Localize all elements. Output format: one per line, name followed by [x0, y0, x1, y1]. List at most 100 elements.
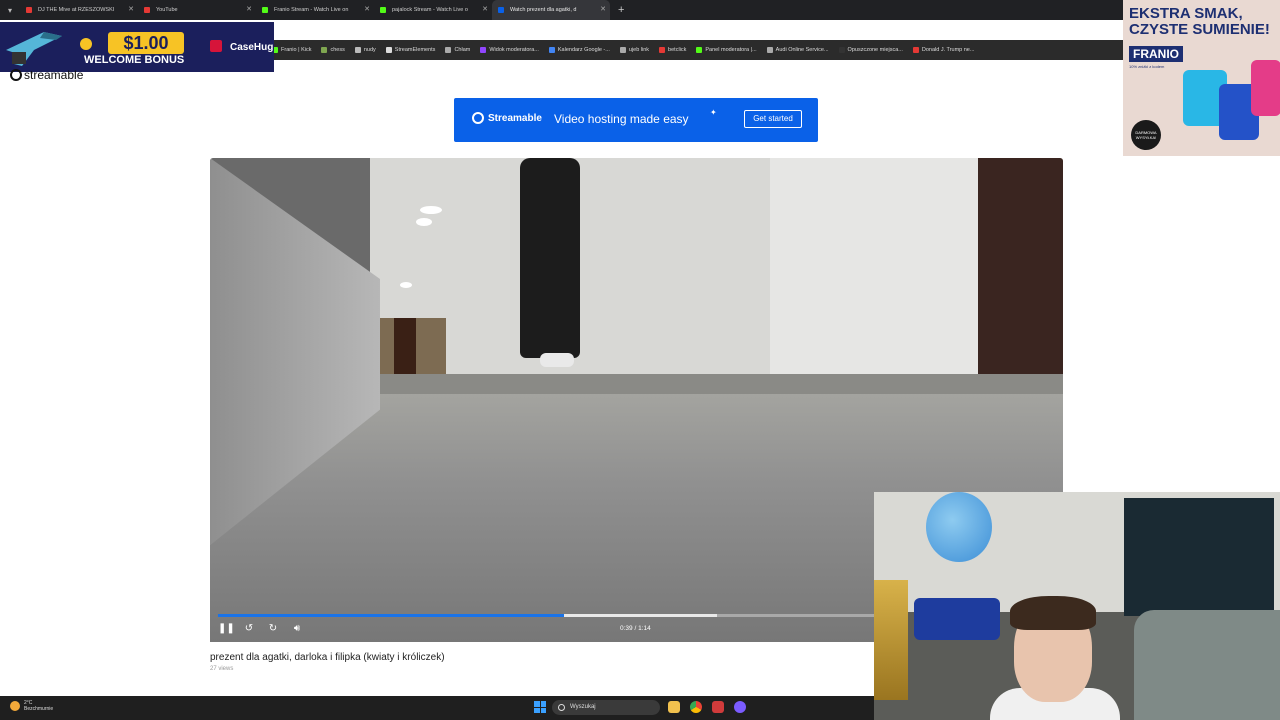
bookmark-item[interactable]: chess: [321, 47, 345, 53]
weather-widget[interactable]: 2°C Bezchmurnie: [10, 700, 53, 712]
bookmark-favicon-icon: [766, 47, 773, 53]
bookmark-label: Kalendarz Google -...: [557, 47, 610, 53]
get-started-button[interactable]: Get started: [744, 110, 802, 128]
video-title: prezent dla agatki, darloka i filipka (k…: [210, 652, 445, 663]
browser-tab-active[interactable]: Watch prezent dla agatki, d ✕: [492, 0, 610, 20]
close-tab-icon[interactable]: ✕: [246, 5, 252, 13]
file-explorer-icon[interactable]: [668, 701, 680, 713]
kick-favicon-icon: [262, 7, 268, 13]
bookmark-label: Opuszczone miejsca...: [847, 47, 903, 53]
bookmark-item[interactable]: Franio | Kick: [272, 47, 311, 53]
volume-icon[interactable]: 🔊︎: [290, 622, 304, 636]
bookmark-favicon-icon: [912, 47, 919, 53]
webcam-frame: [1124, 498, 1274, 616]
view-count: 27 views: [210, 666, 234, 672]
rewind-icon[interactable]: ↺: [242, 622, 256, 636]
messenger-icon[interactable]: [734, 701, 746, 713]
browser-tab[interactable]: Franio Stream - Watch Live on ✕: [256, 0, 374, 20]
sparkle-icon: ✦: [710, 108, 717, 117]
browser-tab[interactable]: pajalock Stream - Watch Live o ✕: [374, 0, 492, 20]
new-tab-icon[interactable]: +: [618, 4, 624, 16]
screen: ▾ DJ THE Mive at RZESZOWSKI ✕ YouTube ✕ …: [0, 0, 1280, 720]
product-can: [1251, 60, 1280, 116]
bookmark-item[interactable]: Widok moderatora...: [480, 47, 539, 53]
forward-icon[interactable]: ↻: [266, 622, 280, 636]
video-frame: [416, 218, 432, 226]
taskbar-search[interactable]: Wyszukaj: [552, 700, 660, 715]
bookmark-favicon-icon: [659, 47, 666, 53]
banner-logo: Streamable: [472, 112, 542, 124]
windows-start-icon[interactable]: [534, 701, 546, 713]
bookmark-favicon-icon: [354, 47, 361, 53]
bookmark-favicon-icon: [548, 47, 555, 53]
seek-bar[interactable]: [218, 614, 874, 617]
shipping-badge: DARMOWA WYSYŁKA!: [1131, 120, 1161, 150]
bookmark-item[interactable]: nudy: [354, 47, 376, 53]
close-tab-icon[interactable]: ✕: [128, 5, 134, 13]
bookmark-item[interactable]: Audi Online Service...: [766, 47, 829, 53]
bookmark-label: chess: [330, 47, 345, 53]
taskbar: 2°C Bezchmurnie Wyszukaj: [0, 696, 874, 720]
banner-tagline: Video hosting made easy: [554, 112, 689, 126]
webcam-frame: [926, 492, 992, 562]
streamable-banner-ad[interactable]: Streamable Video hosting made easy ✦ Get…: [454, 98, 818, 142]
timecode: 0:39 / 1:14: [620, 625, 651, 632]
tab-title: pajalock Stream - Watch Live o: [392, 7, 468, 13]
streamable-logo[interactable]: streamable: [10, 68, 83, 82]
banner-brand: Streamable: [488, 112, 542, 124]
youtube-favicon-icon: [26, 7, 32, 13]
bookmark-favicon-icon: [619, 47, 626, 53]
weather-text: 2°C Bezchmurnie: [24, 700, 53, 712]
bonus-text: WELCOME BONUS: [84, 54, 185, 66]
webcam-frame: [1010, 596, 1096, 630]
close-tab-icon[interactable]: ✕: [364, 5, 370, 13]
bookmark-item[interactable]: betclick: [659, 47, 686, 53]
browser-tab[interactable]: YouTube ✕: [138, 0, 256, 20]
app-icon[interactable]: [712, 701, 724, 713]
bookmark-favicon-icon: [480, 47, 487, 53]
video-frame: [400, 282, 412, 288]
bookmark-label: betclick: [668, 47, 687, 53]
bookmark-label: nudy: [363, 47, 376, 53]
coin-icon: [80, 38, 92, 50]
kick-favicon-icon: [380, 7, 386, 13]
webcam-frame: [1134, 610, 1280, 720]
weather-condition: Bezchmurnie: [24, 706, 54, 712]
bookmark-item[interactable]: Donald J. Trump ne...: [912, 47, 974, 53]
browser-tab[interactable]: DJ THE Mive at RZESZOWSKI ✕: [20, 0, 138, 20]
bookmark-favicon-icon: [696, 47, 703, 53]
bookmark-label: Franio | Kick: [281, 47, 312, 53]
webcam-frame: [914, 598, 1000, 640]
bookmark-favicon-icon: [838, 47, 845, 53]
bookmark-item[interactable]: ujeb link: [619, 47, 650, 53]
bookmark-item[interactable]: Chłam: [445, 47, 470, 53]
chrome-icon[interactable]: [690, 701, 702, 713]
video-frame: [370, 374, 1063, 394]
pause-icon[interactable]: ❚❚: [218, 622, 235, 636]
webcam-overlay: [874, 492, 1280, 720]
close-tab-icon[interactable]: ✕: [600, 5, 606, 13]
webcam-frame: [874, 580, 908, 700]
progress-bar: [218, 614, 564, 617]
ad-brand: FRANIO: [1129, 46, 1183, 62]
bookmark-item[interactable]: Panel moderatora |...: [696, 47, 757, 53]
bonus-amount: $1.00: [108, 32, 184, 54]
youtube-favicon-icon: [144, 7, 150, 13]
bookmark-item[interactable]: Opuszczone miejsca...: [838, 47, 903, 53]
logo-text: streamable: [24, 68, 84, 82]
video-frame: [978, 158, 1063, 388]
bookmark-item[interactable]: Kalendarz Google -...: [548, 47, 610, 53]
bookmark-favicon-icon: [321, 47, 328, 53]
tab-title: Franio Stream - Watch Live on: [274, 7, 349, 13]
tab-search-icon[interactable]: ▾: [0, 0, 20, 20]
video-controls: ❚❚ ↺ ↻ 🔊︎ 0:39 / 1:14: [210, 610, 874, 642]
bookmark-label: StreamElements: [394, 47, 436, 53]
casehug-brand: CaseHug: [230, 42, 274, 53]
bookmark-item[interactable]: StreamElements: [385, 47, 436, 53]
tab-title: YouTube: [156, 7, 178, 13]
tab-title: DJ THE Mive at RZESZOWSKI: [38, 7, 115, 13]
search-placeholder: Wyszukaj: [570, 704, 596, 710]
close-tab-icon[interactable]: ✕: [482, 5, 488, 13]
bookmark-label: ujeb link: [628, 47, 650, 53]
knife-icon: [6, 32, 62, 66]
